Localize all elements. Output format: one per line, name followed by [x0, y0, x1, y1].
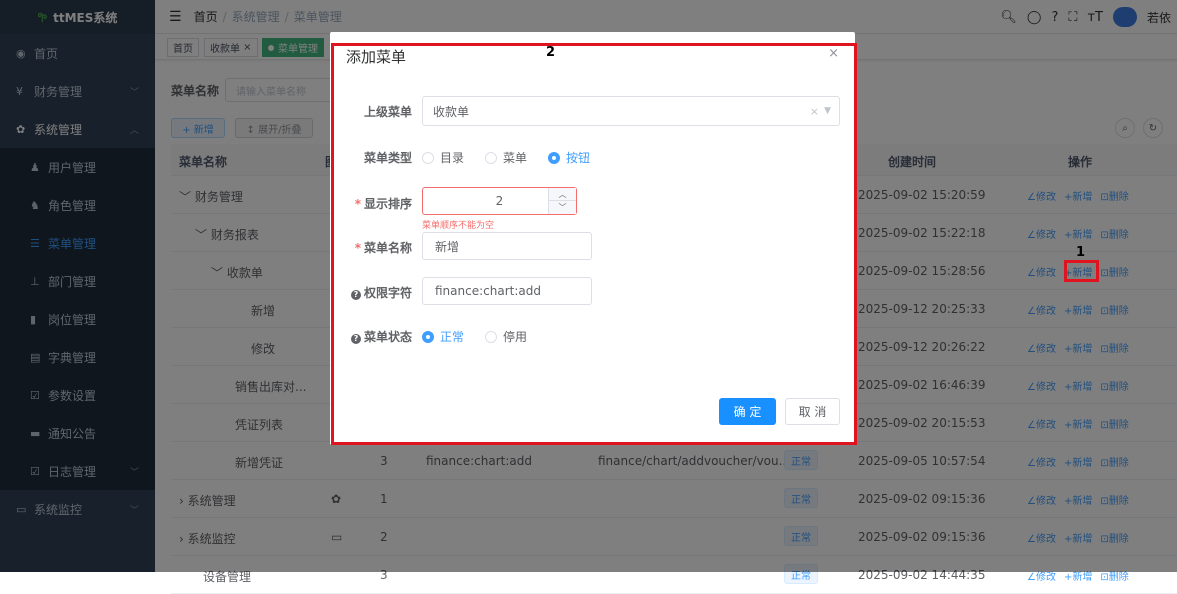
- highlight-box-dialog: [331, 43, 857, 445]
- annotation-2: 2: [546, 45, 556, 60]
- highlight-box-add: [1064, 260, 1099, 282]
- annotation-1: 1: [1076, 245, 1086, 260]
